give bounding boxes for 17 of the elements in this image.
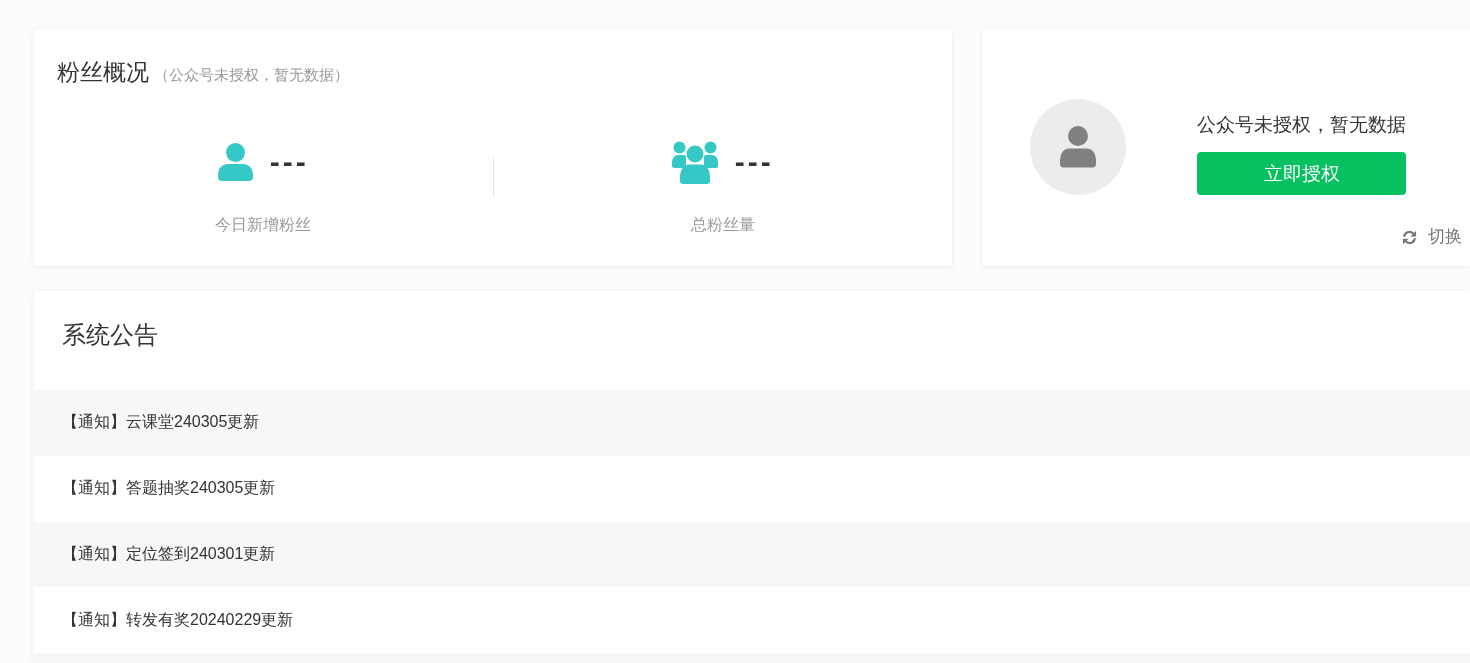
stat-value: --- (269, 144, 309, 180)
switch-link[interactable]: 切换 (1402, 226, 1462, 248)
panel-title: 系统公告 (62, 321, 158, 348)
notice-item[interactable]: 【通知】转发有奖20240229更新 (34, 587, 1470, 653)
avatar-icon (1030, 99, 1126, 195)
stat-label: 今日新增粉丝 (215, 215, 312, 235)
person-icon (217, 143, 253, 181)
stat-label: 总粉丝量 (690, 215, 755, 235)
card-title: 粉丝概况 (57, 58, 149, 87)
stat-value: --- (734, 144, 774, 180)
group-icon (671, 140, 718, 184)
auth-message: 公众号未授权，暂无数据 (1197, 114, 1406, 136)
card-note: （公众号未授权，暂无数据） (154, 66, 349, 85)
notice-item[interactable]: 【通知】答题抽奖240305更新 (34, 455, 1470, 522)
refresh-icon (1402, 229, 1417, 245)
notice-item[interactable]: 【通知】定位签到240301更新 (34, 521, 1470, 588)
notice-item[interactable]: 【通知】云课堂240305更新 (34, 390, 1470, 456)
